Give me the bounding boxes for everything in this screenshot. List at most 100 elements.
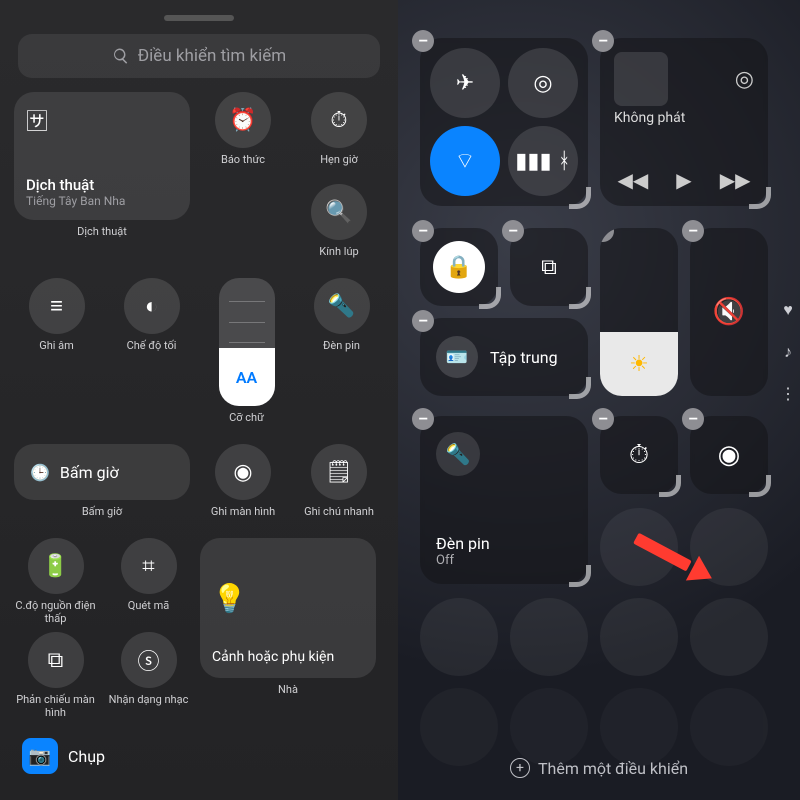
- timer-toggle[interactable]: – ⏱: [600, 416, 678, 494]
- lightbulb-icon: 💡: [212, 581, 364, 617]
- empty-slot[interactable]: [420, 688, 498, 766]
- translate-subtitle: Tiếng Tây Ban Nha: [26, 194, 178, 208]
- search-icon: [112, 47, 130, 65]
- brightness-slider[interactable]: – ☀︎: [600, 228, 678, 396]
- screen-mirror-control[interactable]: ⧉: [28, 632, 84, 688]
- timer-control[interactable]: ⏱: [311, 92, 367, 148]
- resize-handle[interactable]: [749, 475, 771, 497]
- flashlight-label: Đèn pin: [323, 340, 360, 366]
- screen-record-label: Ghi màn hình: [211, 506, 275, 532]
- control-center-edit-panel: – ✈︎ ◎ ⌔ ▮▮▮ᚼ – ◎ Không phát ◀◀ ▶ ▶▶ – 🔒: [398, 0, 800, 800]
- add-control-label: Thêm một điều khiển: [538, 759, 688, 778]
- wifi-icon: ⌔: [455, 147, 476, 175]
- remove-badge[interactable]: –: [412, 408, 434, 430]
- magnifier-control[interactable]: 🔍: [311, 184, 367, 240]
- wifi-toggle[interactable]: ⌔: [430, 126, 500, 196]
- rotation-lock-toggle[interactable]: – 🔒: [420, 228, 498, 306]
- search-placeholder: Điều khiển tìm kiếm: [138, 46, 286, 66]
- record-icon: ◉: [718, 440, 741, 470]
- stopwatch-icon: 🕒: [30, 463, 50, 482]
- empty-slot[interactable]: [510, 598, 588, 676]
- alarm-label: Báo thức: [221, 154, 265, 180]
- resize-handle[interactable]: [479, 287, 501, 309]
- cellular-bluetooth-toggle[interactable]: ▮▮▮ᚼ: [508, 126, 578, 196]
- music-recognition-label: Nhận dạng nhạc: [109, 694, 189, 720]
- play-icon[interactable]: ▶: [676, 168, 691, 192]
- stopwatch-tile[interactable]: 🕒 Bấm giờ: [14, 444, 190, 500]
- screen-record-toggle[interactable]: – ◉: [690, 416, 768, 494]
- alarm-icon: ⏰: [229, 108, 256, 133]
- flashlight-control[interactable]: 🔦: [314, 278, 370, 334]
- voice-memo-control[interactable]: ≡: [29, 278, 85, 334]
- remove-badge[interactable]: –: [502, 220, 524, 242]
- scan-code-control[interactable]: ⌗: [121, 538, 177, 594]
- empty-slot[interactable]: [420, 598, 498, 676]
- page-indicator-icons: ♥ ♪ ⋮: [780, 300, 796, 403]
- text-size-marker: AA: [236, 368, 257, 387]
- voice-memo-label: Ghi âm: [39, 340, 74, 366]
- airplane-mode-toggle[interactable]: ✈︎: [430, 48, 500, 118]
- resize-handle[interactable]: [569, 565, 591, 587]
- airplay-audio-icon[interactable]: ◎: [735, 67, 754, 92]
- empty-slot[interactable]: [510, 688, 588, 766]
- resize-handle[interactable]: [749, 187, 771, 209]
- battery-icon: 🔋: [42, 554, 69, 579]
- remove-badge[interactable]: –: [412, 30, 434, 52]
- timer-icon: ⏱: [629, 440, 649, 471]
- resize-handle[interactable]: [659, 475, 681, 497]
- flashlight-state: Off: [436, 553, 572, 568]
- controls-grid: 🈂︎ Dịch thuật Tiếng Tây Ban Nha Dịch thu…: [0, 92, 398, 720]
- screen-mirror-icon: ⧉: [541, 255, 557, 280]
- remove-badge[interactable]: –: [412, 220, 434, 242]
- translate-tile[interactable]: 🈂︎ Dịch thuật Tiếng Tây Ban Nha: [14, 92, 190, 220]
- screen-record-control[interactable]: ◉: [215, 444, 271, 500]
- resize-handle[interactable]: [569, 287, 591, 309]
- remove-badge[interactable]: –: [592, 408, 614, 430]
- timer-label: Hẹn giờ: [320, 154, 358, 180]
- note-icon: 🗒: [325, 460, 353, 485]
- forward-icon[interactable]: ▶▶: [720, 168, 751, 192]
- translate-title: Dịch thuật: [26, 176, 178, 194]
- connectivity-module[interactable]: – ✈︎ ◎ ⌔ ▮▮▮ᚼ: [420, 38, 588, 206]
- empty-slot[interactable]: [690, 598, 768, 676]
- quick-note-control[interactable]: 🗒: [311, 444, 367, 500]
- empty-slot[interactable]: [690, 688, 768, 766]
- camera-icon: 📷: [29, 746, 51, 767]
- alarm-control[interactable]: ⏰: [215, 92, 271, 148]
- remove-badge[interactable]: –: [600, 228, 614, 242]
- search-field[interactable]: Điều khiển tìm kiếm: [18, 34, 380, 78]
- heart-icon[interactable]: ♥: [783, 300, 793, 320]
- timer-icon: ⏱: [330, 108, 347, 133]
- dark-mode-label: Chế độ tối: [127, 340, 177, 366]
- airdrop-toggle[interactable]: ◎: [508, 48, 578, 118]
- waveform-icon: ≡: [50, 293, 63, 319]
- focus-module[interactable]: – 🪪 Tập trung: [420, 318, 588, 396]
- add-control-button[interactable]: + Thêm một điều khiển: [398, 758, 800, 778]
- grabber: [164, 15, 234, 21]
- flashlight-module[interactable]: – 🔦 Đèn pin Off: [420, 416, 588, 584]
- music-note-icon[interactable]: ♪: [784, 342, 792, 362]
- broadcast-icon[interactable]: ⋮: [780, 384, 796, 403]
- camera-capture-button[interactable]: 📷: [22, 738, 58, 774]
- remove-badge[interactable]: –: [682, 220, 704, 242]
- home-scenes-tile[interactable]: 💡 Cảnh hoặc phụ kiện: [200, 538, 376, 678]
- volume-slider[interactable]: – 🔇: [690, 228, 768, 396]
- translate-label: Dịch thuật: [77, 226, 127, 252]
- music-recognition-control[interactable]: ⓢ: [121, 632, 177, 688]
- remove-badge[interactable]: –: [412, 310, 434, 332]
- empty-slot[interactable]: [600, 688, 678, 766]
- resize-handle[interactable]: [569, 377, 591, 399]
- screen-mirror-label: Phản chiếu màn hình: [14, 694, 97, 720]
- resize-handle[interactable]: [569, 187, 591, 209]
- low-power-control[interactable]: 🔋: [28, 538, 84, 594]
- text-size-slider[interactable]: AA: [219, 278, 275, 406]
- rewind-icon[interactable]: ◀◀: [618, 168, 649, 192]
- now-playing-module[interactable]: – ◎ Không phát ◀◀ ▶ ▶▶: [600, 38, 768, 206]
- dark-mode-icon: ◐: [145, 293, 158, 319]
- dark-mode-control[interactable]: ◐: [124, 278, 180, 334]
- mirror-icon: ⧉: [48, 648, 64, 673]
- remove-badge[interactable]: –: [682, 408, 704, 430]
- remove-badge[interactable]: –: [592, 30, 614, 52]
- magnifier-label: Kính lúp: [319, 246, 358, 272]
- screen-mirroring-toggle[interactable]: – ⧉: [510, 228, 588, 306]
